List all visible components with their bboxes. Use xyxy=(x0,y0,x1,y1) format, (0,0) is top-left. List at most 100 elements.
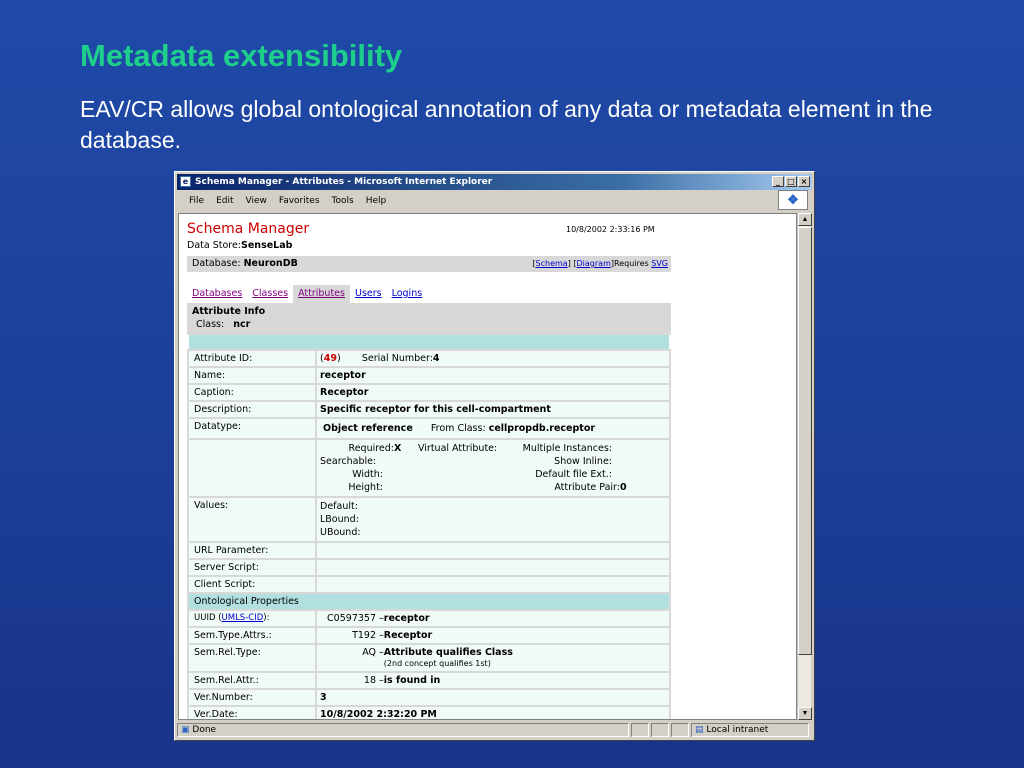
sem-rel-type-cell: AQ –Attribute qualifies Class (2nd concep… xyxy=(317,645,669,671)
page-datetime: 10/8/2002 2:33:16 PM xyxy=(566,225,655,234)
table-row: Description: Specific receptor for this … xyxy=(189,402,669,417)
minimize-button[interactable]: _ xyxy=(772,176,784,187)
searchable-label: Searchable: xyxy=(320,456,377,467)
attribute-id-label: Attribute ID: xyxy=(189,351,315,366)
table-row: Server Script: xyxy=(189,560,669,575)
sem-rel-attr-cell: 18 –is found in xyxy=(317,673,669,688)
sem-rel-type-value: Attribute qualifies Class xyxy=(383,647,513,658)
table-row: Datatype: Object reference From Class: c… xyxy=(189,419,669,438)
required-value: X xyxy=(394,443,402,454)
sem-type-value: Receptor xyxy=(383,630,433,641)
menu-bar: File Edit View Favorites Tools Help xyxy=(177,191,812,211)
schema-link[interactable]: Schema xyxy=(536,259,568,268)
umls-cid-link[interactable]: UMLS-CID xyxy=(222,613,264,623)
menu-file[interactable]: File xyxy=(189,196,204,206)
attribute-id-cell: (49) Serial Number:4 xyxy=(317,351,669,366)
page-content: Schema Manager 10/8/2002 2:33:16 PM Data… xyxy=(178,213,797,720)
diagram-link[interactable]: Diagram xyxy=(577,259,611,268)
table-row: Ver.Number: 3 xyxy=(189,690,669,705)
serial-number-label: Serial Number: xyxy=(361,353,433,364)
slide-title: Metadata extensibility xyxy=(80,38,403,73)
virtual-attribute-label: Virtual Attribute: xyxy=(418,443,498,454)
class-label: Class: xyxy=(196,319,225,330)
client-script-value xyxy=(317,577,669,592)
status-panel-main: ▣ Done xyxy=(177,723,629,737)
tab-attributes[interactable]: Attributes xyxy=(293,285,350,304)
schema-links: [Schema] [Diagram]Requires SVG xyxy=(532,259,668,268)
tab-databases[interactable]: Databases xyxy=(187,285,247,304)
attribute-panel: Attribute Info Class: ncr Attribute ID: … xyxy=(187,303,671,719)
description-value: Specific receptor for this cell-compartm… xyxy=(317,402,669,417)
scroll-thumb[interactable] xyxy=(798,227,812,655)
scroll-down-button[interactable]: ▼ xyxy=(798,707,812,720)
ubound-label: UBound: xyxy=(320,527,361,538)
attribute-info-heading: Attribute Info xyxy=(187,303,671,319)
class-value: ncr xyxy=(233,319,251,330)
uuid-code: C0597357 xyxy=(327,613,376,624)
caption-value: Receptor xyxy=(317,385,669,400)
multiple-instances-label: Multiple Instances: xyxy=(522,443,612,454)
menu-favorites[interactable]: Favorites xyxy=(279,196,320,206)
menu-tools[interactable]: Tools xyxy=(332,196,354,206)
server-script-label: Server Script: xyxy=(189,560,315,575)
status-text: Done xyxy=(192,725,217,735)
table-row: URL Parameter: xyxy=(189,543,669,558)
sem-rel-type-note: (2nd concept qualifies 1st) xyxy=(383,659,491,668)
flags-label-cell xyxy=(189,440,315,496)
ver-date-label: Ver.Date: xyxy=(189,707,315,719)
table-row: UUID (UMLS-CID): C0597357 –receptor xyxy=(189,611,669,626)
table-row: Name: receptor xyxy=(189,368,669,383)
menu-view[interactable]: View xyxy=(246,196,267,206)
flags-cell: Required: X Virtual Attribute: Multiple I… xyxy=(317,440,669,496)
url-parameter-label: URL Parameter: xyxy=(189,543,315,558)
client-script-label: Client Script: xyxy=(189,577,315,592)
tab-users[interactable]: Users xyxy=(350,285,387,304)
menu-edit[interactable]: Edit xyxy=(216,196,233,206)
values-label: Values: xyxy=(189,498,315,541)
data-store-value: SenseLab xyxy=(241,240,293,251)
ie-page-icon: e xyxy=(180,176,191,187)
uuid-label-pre: UUID ( xyxy=(194,613,222,623)
vertical-scrollbar[interactable]: ▲ ▼ xyxy=(797,213,812,720)
attribute-table: Attribute ID: (49) Serial Number:4 Name:… xyxy=(187,349,671,719)
caption-label: Caption: xyxy=(189,385,315,400)
tab-classes[interactable]: Classes xyxy=(247,285,293,304)
serial-number-value: 4 xyxy=(432,353,440,364)
default-label: Default: xyxy=(320,501,358,512)
table-row: Ontological Properties xyxy=(189,594,669,609)
maximize-button[interactable]: □ xyxy=(785,176,797,187)
window-titlebar[interactable]: e Schema Manager - Attributes - Microsof… xyxy=(177,174,812,190)
sem-rel-attr-label: Sem.Rel.Attr.: xyxy=(189,673,315,688)
menu-help[interactable]: Help xyxy=(366,196,387,206)
table-row: Caption: Receptor xyxy=(189,385,669,400)
window-title: Schema Manager - Attributes - Microsoft … xyxy=(195,177,493,187)
sem-rel-attr-value: is found in xyxy=(383,675,441,686)
name-label: Name: xyxy=(189,368,315,383)
from-class-label: From Class: xyxy=(430,423,486,434)
data-store-label: Data Store: xyxy=(187,240,242,251)
datatype-cell: Object reference From Class: cellpropdb.… xyxy=(317,419,669,438)
values-cell: Default: LBound: UBound: xyxy=(317,498,669,541)
description-label: Description: xyxy=(189,402,315,417)
name-value: receptor xyxy=(317,368,669,383)
status-panel xyxy=(651,723,669,737)
uuid-value: receptor xyxy=(383,613,430,624)
table-row: Attribute ID: (49) Serial Number:4 xyxy=(189,351,669,366)
status-zone-panel: ▤ Local intranet xyxy=(691,723,809,737)
svg-link[interactable]: SVG xyxy=(651,259,668,268)
table-row: Sem.Rel.Type: AQ –Attribute qualifies Cl… xyxy=(189,645,669,671)
done-page-icon: ▣ xyxy=(181,725,190,735)
scroll-up-button[interactable]: ▲ xyxy=(798,213,812,226)
show-inline-label: Show Inline: xyxy=(554,456,612,467)
attribute-pair-label: Attribute Pair: xyxy=(554,482,620,493)
app-title: Schema Manager xyxy=(187,221,310,237)
attribute-id-value: 49 xyxy=(323,353,337,364)
slide-body-text: EAV/CR allows global ontological annotat… xyxy=(80,96,933,153)
server-script-value xyxy=(317,560,669,575)
attribute-pair-value: 0 xyxy=(620,482,627,493)
tab-logins[interactable]: Logins xyxy=(387,285,428,304)
uuid-cell: C0597357 –receptor xyxy=(317,611,669,626)
requires-text: Requires xyxy=(614,259,649,268)
from-class-value: cellpropdb.receptor xyxy=(488,423,596,434)
close-button[interactable]: × xyxy=(798,176,810,187)
